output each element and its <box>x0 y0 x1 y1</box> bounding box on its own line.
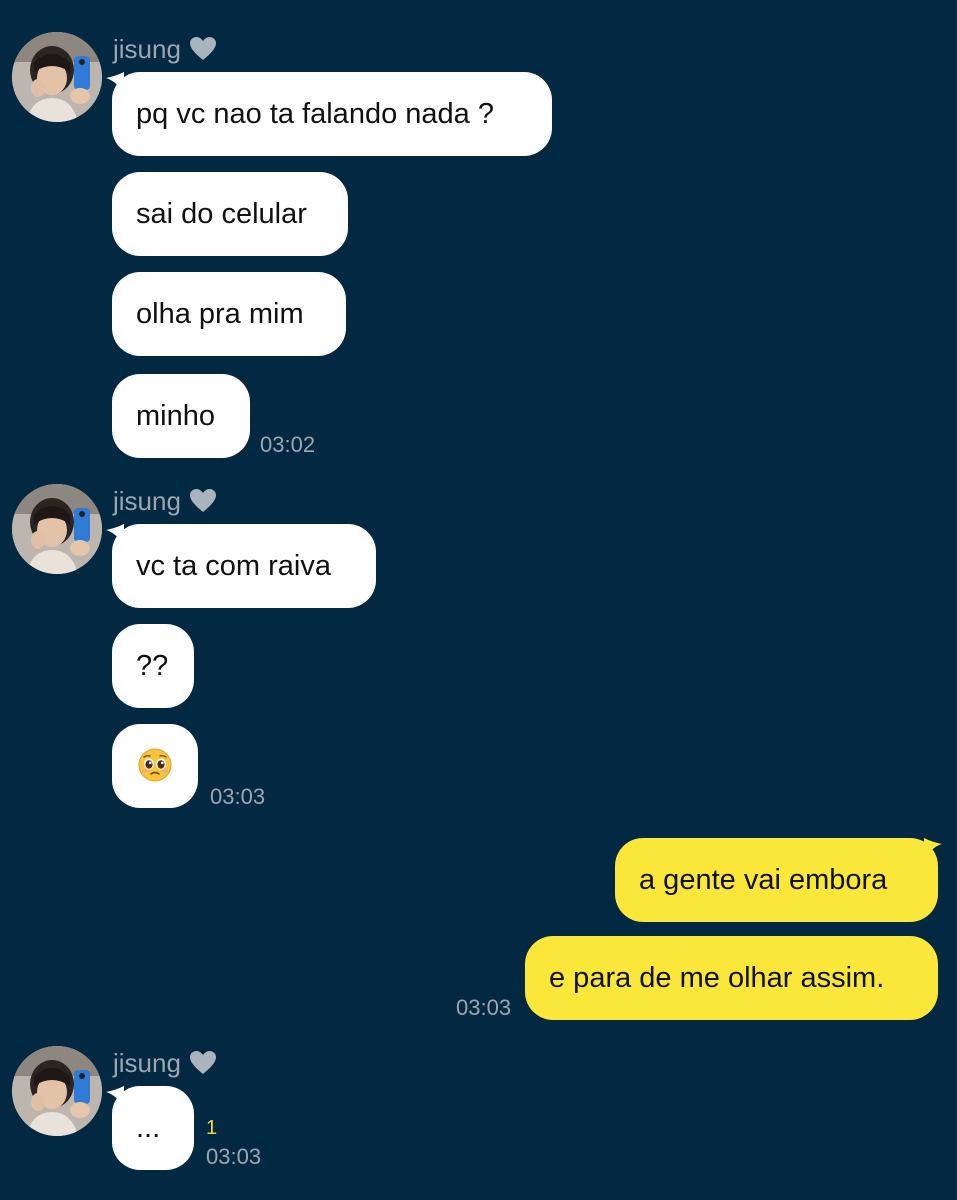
grey-heart-icon <box>189 489 216 512</box>
message-text: e para de me olhar assim. <box>549 962 885 994</box>
message-bubble[interactable]: ?? <box>112 624 194 708</box>
message-text: ... <box>136 1112 161 1144</box>
message-timestamp: 03:03 <box>206 1144 262 1169</box>
message-text: vc ta com raiva <box>136 550 331 582</box>
message-bubble[interactable]: olha pra mim <box>112 272 346 356</box>
sender-name-label: jisung <box>113 486 181 516</box>
sender-name: jisung <box>113 484 217 518</box>
sender-name: jisung <box>113 32 217 66</box>
message-timestamp: 03:02 <box>260 432 316 457</box>
message-bubble[interactable]: e para de me olhar assim. <box>525 936 938 1020</box>
message-bubble[interactable]: ... <box>112 1086 194 1170</box>
message-bubble[interactable]: minho <box>112 374 250 458</box>
message-text: ?? <box>136 650 169 682</box>
message-text: sai do celular <box>136 198 307 230</box>
message-bubble[interactable] <box>112 724 198 808</box>
message-text: pq vc nao ta falando nada ? <box>136 98 494 130</box>
message-bubble[interactable]: a gente vai embora <box>615 838 938 922</box>
message-bubble[interactable]: vc ta com raiva <box>112 524 376 608</box>
grey-heart-icon <box>189 37 216 60</box>
contact-avatar[interactable] <box>12 32 102 122</box>
message-text: olha pra mim <box>136 298 304 330</box>
contact-avatar[interactable] <box>12 1046 102 1136</box>
message-bubble[interactable]: pq vc nao ta falando nada ? <box>112 72 552 156</box>
message-text: a gente vai embora <box>639 864 888 896</box>
pleading-face-emoji-icon <box>138 748 172 782</box>
message-text: minho <box>136 400 215 432</box>
message-timestamp: 03:03 <box>456 995 512 1020</box>
sender-name-label: jisung <box>113 34 181 64</box>
sender-name-label: jisung <box>113 1048 181 1078</box>
message-timestamp: 03:03 <box>210 784 266 809</box>
grey-heart-icon <box>189 1051 216 1074</box>
message-bubble[interactable]: sai do celular <box>112 172 348 256</box>
unread-count: 1 <box>206 1117 218 1139</box>
sender-name: jisung <box>113 1046 217 1080</box>
contact-avatar[interactable] <box>12 484 102 574</box>
